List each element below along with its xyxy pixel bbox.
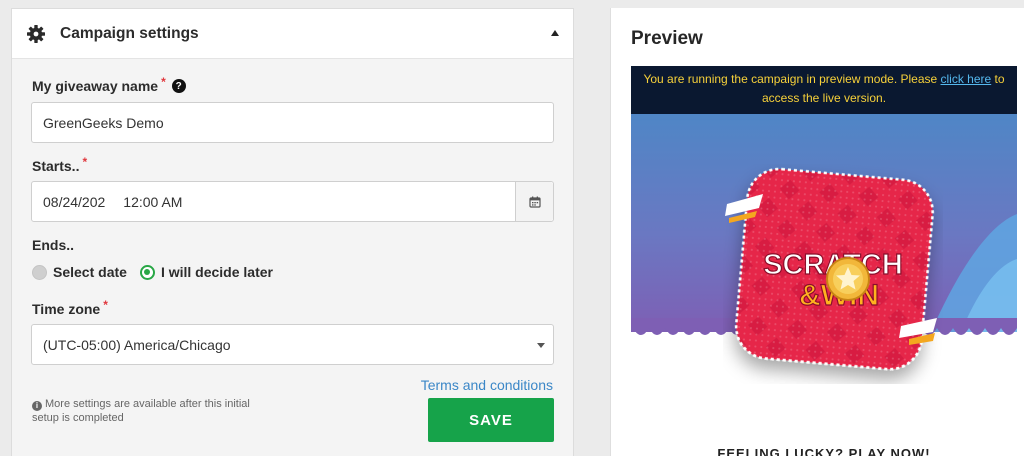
- timezone-label: Time zone *: [32, 298, 108, 317]
- ends-label: Ends..: [32, 237, 74, 253]
- required-marker: *: [103, 298, 108, 312]
- preview-panel: Preview You are running the campaign in …: [610, 8, 1024, 456]
- radio-button-unchecked[interactable]: [32, 264, 47, 280]
- radio-select-date[interactable]: Select date: [32, 264, 127, 280]
- preview-title: Preview: [631, 28, 703, 49]
- question-circle-icon[interactable]: ?: [171, 79, 186, 93]
- giveaway-name-label-text: My giveaway name: [32, 78, 159, 94]
- giveaway-name-input[interactable]: GreenGeeks Demo: [31, 102, 554, 143]
- campaign-settings-panel: Campaign settings My giveaway name * ? G…: [11, 8, 574, 456]
- scratch-and-win-card[interactable]: SCRATCH &WIN: [723, 164, 943, 384]
- info-note: i More settings are available after this …: [32, 397, 262, 425]
- timezone-value: (UTC-05:00) America/Chicago: [43, 336, 231, 353]
- timezone-label-text: Time zone: [32, 301, 101, 317]
- terms-and-conditions-link[interactable]: Terms and conditions: [421, 377, 553, 393]
- caret-up-icon[interactable]: [551, 30, 559, 36]
- ends-radio-group: Select date I will decide later: [32, 264, 286, 280]
- start-time-value: 12:00 AM: [123, 193, 183, 210]
- radio-decide-later[interactable]: I will decide later: [139, 264, 273, 280]
- timezone-select[interactable]: (UTC-05:00) America/Chicago: [31, 324, 554, 365]
- starts-label-text: Starts..: [32, 158, 80, 174]
- giveaway-name-value: GreenGeeks Demo: [43, 114, 164, 131]
- required-marker: *: [161, 75, 166, 89]
- required-marker: *: [82, 155, 88, 169]
- star-coin-icon: [826, 257, 870, 301]
- giveaway-name-label: My giveaway name * ?: [32, 75, 186, 94]
- preview-call-to-action: FEELING LUCKY? PLAY NOW!: [717, 446, 931, 456]
- click-here-link[interactable]: click here: [941, 72, 992, 86]
- radio-button-checked[interactable]: [139, 264, 155, 280]
- info-note-text: More settings are available after this i…: [32, 398, 250, 424]
- campaign-preview-frame: You are running the campaign in preview …: [631, 66, 1017, 456]
- ends-label-text: Ends..: [32, 237, 75, 253]
- save-button[interactable]: SAVE: [428, 398, 554, 442]
- chevron-down-icon: [537, 343, 545, 348]
- radio-select-date-label: Select date: [53, 264, 127, 280]
- start-datetime-input[interactable]: 08/24/202 12:00 AM: [31, 181, 554, 222]
- notice-text-before: You are running the campaign in preview …: [643, 72, 941, 86]
- info-circle-icon: i: [32, 401, 42, 411]
- gear-icon: [26, 24, 46, 44]
- calendar-icon: [528, 196, 541, 208]
- campaign-settings-header[interactable]: Campaign settings: [12, 9, 573, 59]
- calendar-button[interactable]: [515, 182, 553, 221]
- radio-decide-later-label: I will decide later: [160, 264, 273, 280]
- preview-mode-notice: You are running the campaign in preview …: [631, 66, 1017, 114]
- starts-label: Starts.. *: [32, 155, 88, 174]
- start-date-value: 08/24/202: [43, 193, 106, 210]
- campaign-settings-title: Campaign settings: [60, 24, 199, 42]
